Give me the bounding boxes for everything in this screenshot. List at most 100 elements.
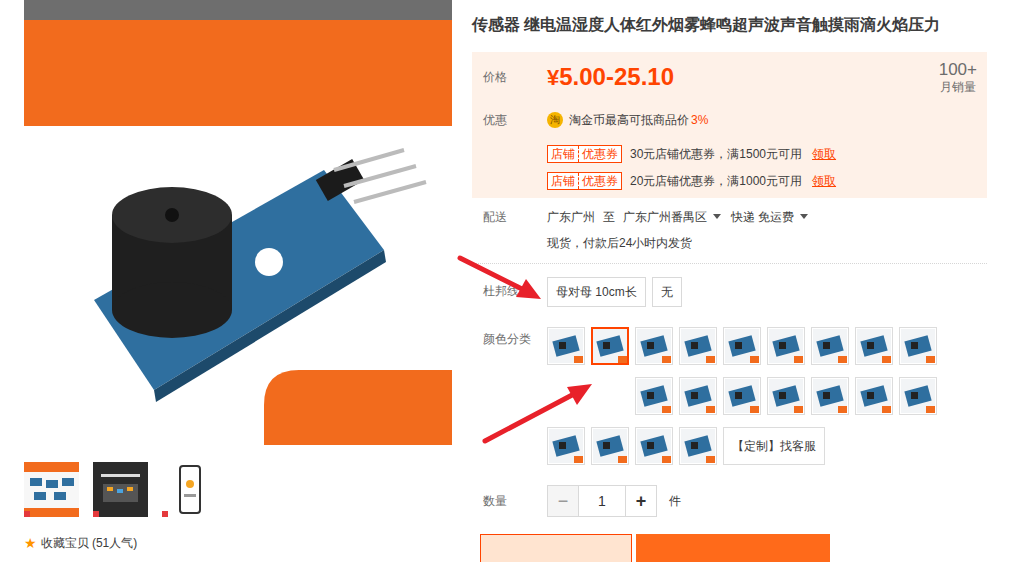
coupon-tag: 店铺优惠券	[547, 145, 622, 163]
color-option[interactable]	[547, 327, 585, 365]
sales-count: 100+	[939, 60, 977, 80]
color-option-drawing	[769, 379, 803, 413]
color-option[interactable]	[679, 327, 717, 365]
coupon-tag: 店铺优惠券	[547, 172, 622, 190]
color-option[interactable]	[855, 377, 893, 415]
coupon-tag-left: 店铺	[548, 173, 578, 189]
decrease-button[interactable]: −	[548, 486, 578, 516]
coin-rate: 3%	[691, 110, 708, 130]
color-option[interactable]	[635, 377, 673, 415]
color-option-drawing	[725, 379, 759, 413]
price-label: 价格	[483, 68, 547, 86]
gallery-thumbnail-drawing	[93, 462, 148, 517]
color-option-drawing	[901, 379, 935, 413]
coupon-text: 30元店铺优惠券，满1500元可用	[630, 144, 802, 164]
color-option-drawing	[681, 329, 715, 363]
quantity-label: 数量	[483, 492, 547, 510]
color-option[interactable]	[591, 327, 629, 365]
color-option-drawing	[593, 429, 627, 463]
thumbnail-strip	[24, 462, 452, 517]
claim-link[interactable]: 领取	[812, 144, 836, 164]
add-to-cart-button[interactable]	[636, 534, 830, 562]
caret-down-icon	[713, 214, 721, 219]
coupon-tag-right: 优惠券	[578, 146, 621, 162]
color-option-drawing	[813, 329, 847, 363]
quantity-input[interactable]	[578, 486, 626, 516]
claim-link[interactable]: 领取	[812, 171, 836, 191]
gallery-thumbnail[interactable]	[24, 462, 79, 517]
color-option[interactable]	[723, 327, 761, 365]
color-option-drawing	[857, 329, 891, 363]
color-options: 【定制】找客服	[547, 327, 937, 465]
quantity-unit: 件	[669, 492, 681, 510]
delivery-info: 广东广州至广东广州番禺区 快递 免运费现货，付款后24小时内发货	[547, 207, 818, 253]
color-option[interactable]	[591, 427, 629, 465]
color-option[interactable]	[811, 327, 849, 365]
dupont-label: 杜邦线	[483, 277, 547, 300]
dupont-options: 母对母 10cm长无	[547, 277, 688, 307]
gallery-thumbnail-drawing	[24, 462, 79, 517]
product-image-drawing	[24, 0, 452, 445]
gallery-thumbnail-drawing	[162, 462, 217, 517]
color-label: 颜色分类	[483, 327, 547, 348]
color-option-drawing	[857, 379, 891, 413]
color-option-row	[547, 327, 937, 365]
custom-service-button[interactable]: 【定制】找客服	[723, 427, 825, 465]
destination-select[interactable]: 广东广州番禺区	[623, 210, 731, 224]
promo-list: 淘淘金币最高可抵商品价3%店铺优惠券30元店铺优惠券，满1500元可用领取店铺优…	[547, 110, 836, 191]
favorite-label: 收藏宝贝 (51人气)	[41, 535, 138, 551]
taojinbi-icon: 淘	[547, 112, 563, 128]
color-option-drawing	[549, 329, 583, 363]
color-option[interactable]	[723, 377, 761, 415]
shipping-method: 快递 免运费	[731, 210, 794, 224]
gallery-thumbnail[interactable]	[93, 462, 148, 517]
increase-button[interactable]: +	[626, 486, 656, 516]
color-option-drawing	[637, 329, 671, 363]
color-option[interactable]	[635, 327, 673, 365]
ship-to: 广东广州番禺区	[623, 210, 707, 224]
color-option[interactable]	[635, 427, 673, 465]
coupon-row: 店铺优惠券 30元店铺优惠券，满1500元可用领取	[547, 144, 836, 164]
ship-to-word: 至	[603, 210, 615, 224]
color-option[interactable]	[767, 377, 805, 415]
gallery: ★收藏宝贝 (51人气)	[0, 0, 452, 562]
color-option-drawing	[813, 379, 847, 413]
price-panel: 价格¥5.00-25.10100+月销量优惠淘淘金币最高可抵商品价3%店铺优惠券…	[472, 52, 987, 198]
favorite-link[interactable]: ★收藏宝贝 (51人气)	[24, 535, 452, 551]
promo-row: 优惠淘淘金币最高可抵商品价3%店铺优惠券30元店铺优惠券，满1500元可用领取店…	[472, 110, 987, 191]
price-range: 5.00-25.10	[559, 63, 674, 90]
dupont-row: 杜邦线母对母 10cm长无	[472, 277, 987, 307]
coin-text: 淘金币最高可抵商品价	[569, 110, 689, 130]
caret-down-icon	[800, 214, 808, 219]
price-row: 价格¥5.00-25.10100+月销量	[472, 52, 987, 102]
color-option[interactable]	[547, 427, 585, 465]
color-option-drawing	[681, 379, 715, 413]
product-page: ★收藏宝贝 (51人气) 传感器 继电温湿度人体红外烟雾蜂鸣超声波声音触摸雨滴火焰…	[0, 0, 1014, 562]
color-option[interactable]	[767, 327, 805, 365]
color-option[interactable]	[811, 377, 849, 415]
dupont-option[interactable]: 无	[652, 277, 682, 307]
color-option-drawing	[725, 329, 759, 363]
color-option-drawing	[901, 329, 935, 363]
quantity-row: 数量− + 件	[472, 485, 987, 517]
color-option-row	[635, 377, 937, 415]
gallery-thumbnail[interactable]	[162, 462, 217, 517]
color-option[interactable]	[855, 327, 893, 365]
product-info: 传感器 继电温湿度人体红外烟雾蜂鸣超声波声音触摸雨滴火焰压力价格¥5.00-25…	[472, 0, 987, 562]
color-option[interactable]	[899, 327, 937, 365]
coupon-tag-right: 优惠券	[578, 173, 621, 189]
monthly-sales: 100+月销量	[939, 60, 987, 95]
dupont-option[interactable]: 母对母 10cm长	[547, 277, 646, 307]
ship-from: 广东广州	[547, 210, 595, 224]
color-option[interactable]	[679, 377, 717, 415]
color-option[interactable]	[679, 427, 717, 465]
buy-now-button[interactable]	[480, 534, 632, 562]
stock-info: 现货，付款后24小时内发货	[547, 233, 818, 253]
shipping-method-select[interactable]: 快递 免运费	[731, 210, 818, 224]
product-title: 传感器 继电温湿度人体红外烟雾蜂鸣超声波声音触摸雨滴火焰压力	[472, 0, 987, 37]
color-option[interactable]	[899, 377, 937, 415]
color-option-drawing	[549, 429, 583, 463]
star-icon: ★	[24, 535, 37, 551]
sales-label: 月销量	[939, 80, 977, 94]
color-row: 颜色分类【定制】找客服	[472, 327, 987, 465]
